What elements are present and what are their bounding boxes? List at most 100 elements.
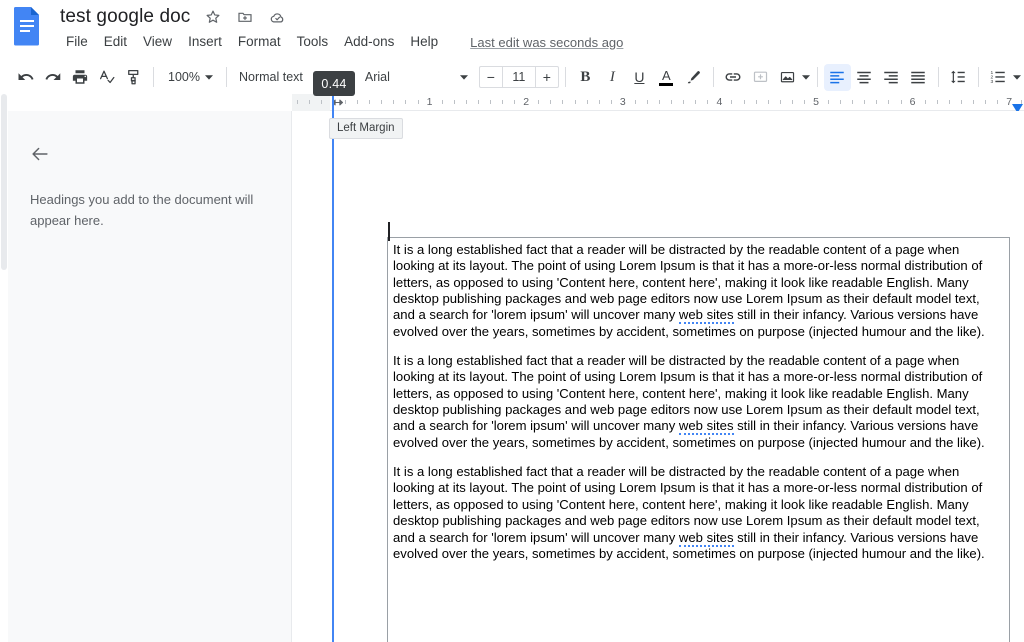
ruler-number: 1	[427, 95, 433, 109]
image-icon[interactable]	[774, 64, 801, 91]
ruler-tick	[405, 100, 406, 104]
font-size-input[interactable]: 11	[502, 67, 536, 87]
chevron-down-icon	[202, 70, 216, 84]
chevron-down-icon[interactable]	[801, 70, 811, 84]
underline-button[interactable]: U	[626, 64, 653, 91]
ruler-tick	[840, 100, 841, 104]
ruler-tick	[997, 100, 998, 104]
ruler-tick	[768, 100, 769, 104]
menu-tools[interactable]: Tools	[289, 31, 337, 53]
paint-format-icon[interactable]	[120, 64, 147, 91]
vertical-scrollbar[interactable]	[0, 94, 8, 642]
text-content-frame[interactable]: It is a long established fact that a rea…	[387, 237, 1010, 642]
ruler-tick	[635, 100, 636, 104]
chevron-down-icon	[457, 70, 471, 84]
align-center-icon[interactable]	[851, 64, 878, 91]
ruler-number: 4	[716, 95, 722, 109]
ruler-tick	[949, 100, 950, 104]
title-action-icons	[200, 4, 290, 30]
ruler-tick	[599, 100, 600, 104]
toolbar-divider	[817, 67, 818, 87]
ruler-tick	[562, 100, 563, 104]
ruler-tick	[575, 100, 576, 104]
document-paragraph[interactable]: It is a long established fact that a rea…	[388, 353, 1009, 451]
redo-icon[interactable]	[39, 64, 66, 91]
ruler-tick	[731, 100, 732, 104]
ruler-tick	[683, 100, 684, 104]
zoom-selector[interactable]: 100%	[160, 70, 220, 84]
back-arrow-icon[interactable]	[26, 140, 54, 168]
ruler-tick	[876, 100, 877, 104]
ruler-tick	[852, 100, 853, 104]
increase-font-size-button[interactable]: +	[536, 67, 558, 87]
print-icon[interactable]	[66, 64, 93, 91]
text-color-letter: A	[662, 69, 671, 82]
toolbar-divider	[938, 67, 939, 87]
numbered-list-icon[interactable]: 1 2 3	[985, 64, 1012, 91]
link-icon[interactable]	[720, 64, 747, 91]
document-canvas[interactable]: It is a long established fact that a rea…	[293, 111, 1024, 642]
ruler-tick	[357, 100, 358, 104]
last-edit-status[interactable]: Last edit was seconds ago	[470, 35, 623, 50]
spellcheck-icon[interactable]	[93, 64, 120, 91]
ruler-number: 2	[523, 95, 529, 109]
font-family-selector[interactable]: Arial	[357, 69, 475, 85]
google-docs-icon[interactable]	[12, 6, 42, 46]
menu-edit[interactable]: Edit	[96, 31, 135, 53]
italic-button[interactable]: I	[599, 64, 626, 91]
undo-icon[interactable]	[12, 64, 39, 91]
ruler-tick	[369, 100, 370, 104]
document-paragraph[interactable]: It is a long established fact that a rea…	[388, 464, 1009, 562]
document-paragraph[interactable]: It is a long established fact that a rea…	[388, 238, 1009, 340]
ruler-ticks: 1234567	[292, 94, 1024, 111]
bold-icon: B	[580, 69, 590, 86]
bold-button[interactable]: B	[572, 64, 599, 91]
menu-view[interactable]: View	[135, 31, 180, 53]
ruler-tick	[611, 100, 612, 104]
misspelled-word[interactable]: web sites	[679, 307, 734, 324]
chevron-down-icon[interactable]	[1012, 70, 1022, 84]
ruler-tick	[514, 100, 515, 104]
align-left-icon[interactable]	[824, 64, 851, 91]
star-icon[interactable]	[200, 4, 226, 30]
ruler-tick	[502, 100, 503, 104]
header-bar: test google doc	[0, 0, 1024, 60]
menu-add-ons[interactable]: Add-ons	[336, 31, 402, 53]
ruler-tick	[345, 100, 346, 104]
formatting-toolbar: 100% Normal text Arial − 11 + B	[0, 60, 1024, 94]
ruler-tick	[478, 100, 479, 104]
highlight-pen-icon[interactable]	[680, 64, 707, 91]
cloud-saved-icon[interactable]	[264, 4, 290, 30]
svg-text:3: 3	[991, 79, 994, 85]
ruler[interactable]: 1234567	[292, 94, 1024, 111]
menu-file[interactable]: File	[60, 31, 96, 53]
scrollbar-thumb[interactable]	[1, 94, 7, 270]
align-right-icon[interactable]	[878, 64, 905, 91]
ruler-number: 5	[813, 95, 819, 109]
toolbar-divider	[713, 67, 714, 87]
menu-help[interactable]: Help	[402, 31, 446, 53]
align-justify-icon[interactable]	[905, 64, 932, 91]
document-page[interactable]: It is a long established fact that a rea…	[293, 111, 1024, 642]
menu-insert[interactable]: Insert	[180, 31, 230, 53]
misspelled-word[interactable]: web sites	[679, 418, 734, 435]
menu-format[interactable]: Format	[230, 31, 289, 53]
move-to-folder-icon[interactable]	[232, 4, 258, 30]
document-outline-panel: Headings you add to the document will ap…	[8, 111, 292, 642]
ruler-number: 3	[620, 95, 626, 109]
text-color-button[interactable]: A	[653, 64, 680, 91]
page-title[interactable]: test google doc	[60, 4, 190, 30]
toolbar-divider	[565, 67, 566, 87]
ruler-tick	[647, 100, 648, 104]
ruler-tick	[792, 100, 793, 104]
misspelled-word[interactable]: web sites	[679, 530, 734, 547]
left-margin-guide-line	[332, 96, 334, 642]
font-size-stepper[interactable]: − 11 +	[479, 66, 559, 88]
decrease-font-size-button[interactable]: −	[480, 67, 502, 87]
line-spacing-icon[interactable]	[945, 64, 972, 91]
ruler-tick	[466, 100, 467, 104]
ruler-tick	[442, 100, 443, 104]
ruler-tick	[454, 100, 455, 104]
menu-bar: File Edit View Insert Format Tools Add-o…	[60, 31, 623, 53]
ruler-tick	[309, 100, 310, 104]
